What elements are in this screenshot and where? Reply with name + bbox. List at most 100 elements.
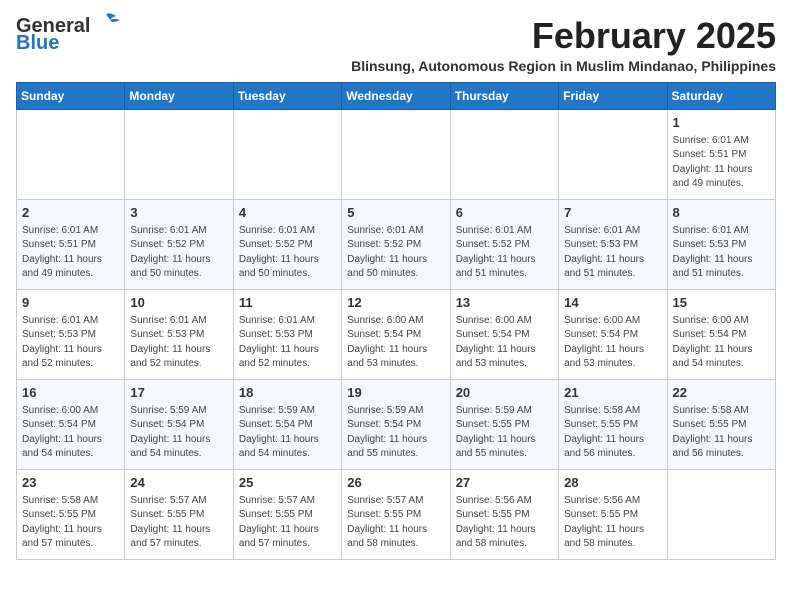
calendar-cell: 18 Sunrise: 5:59 AM Sunset: 5:54 PM Dayli…	[233, 379, 341, 469]
day-info: Sunrise: 5:57 AM Sunset: 5:55 PM Dayligh…	[347, 494, 444, 552]
day-info: Sunrise: 6:00 AM Sunset: 5:54 PM Dayligh…	[456, 314, 553, 372]
calendar-cell: 24 Sunrise: 5:57 AM Sunset: 5:55 PM Dayli…	[125, 469, 233, 559]
day-number: 26	[347, 474, 444, 492]
day-number: 14	[564, 294, 661, 312]
day-info: Sunrise: 6:01 AM Sunset: 5:53 PM Dayligh…	[130, 314, 227, 372]
day-info: Sunrise: 6:01 AM Sunset: 5:53 PM Dayligh…	[564, 224, 661, 282]
calendar-cell: 20 Sunrise: 5:59 AM Sunset: 5:55 PM Dayli…	[450, 379, 558, 469]
title-block: February 2025 Blinsung, Autonomous Regio…	[120, 16, 776, 74]
day-info: Sunrise: 6:01 AM Sunset: 5:52 PM Dayligh…	[456, 224, 553, 282]
calendar-cell: 12Sunrise: 6:00 AM Sunset: 5:54 PM Dayli…	[342, 289, 450, 379]
day-number: 17	[130, 384, 227, 402]
day-info: Sunrise: 5:56 AM Sunset: 5:55 PM Dayligh…	[456, 494, 553, 552]
day-info: Sunrise: 5:58 AM Sunset: 5:55 PM Dayligh…	[673, 404, 770, 462]
day-number: 27	[456, 474, 553, 492]
calendar-cell: 15 Sunrise: 6:00 AM Sunset: 5:54 PM Dayli…	[667, 289, 775, 379]
day-number: 25	[239, 474, 336, 492]
day-number: 4	[239, 204, 336, 222]
day-number: 21	[564, 384, 661, 402]
day-info: Sunrise: 5:56 AM Sunset: 5:55 PM Dayligh…	[564, 494, 661, 552]
calendar-week-row: 16Sunrise: 6:00 AM Sunset: 5:54 PM Dayli…	[17, 379, 776, 469]
calendar-cell: 28 Sunrise: 5:56 AM Sunset: 5:55 PM Dayli…	[559, 469, 667, 559]
day-info: Sunrise: 5:59 AM Sunset: 5:55 PM Dayligh…	[456, 404, 553, 462]
day-info: Sunrise: 5:58 AM Sunset: 5:55 PM Dayligh…	[22, 494, 119, 552]
calendar-week-row: 2 Sunrise: 6:01 AM Sunset: 5:51 PM Daylig…	[17, 199, 776, 289]
day-number: 18	[239, 384, 336, 402]
day-number: 11	[239, 294, 336, 312]
day-info: Sunrise: 5:58 AM Sunset: 5:55 PM Dayligh…	[564, 404, 661, 462]
day-number: 3	[130, 204, 227, 222]
day-number: 24	[130, 474, 227, 492]
calendar-cell: 5 Sunrise: 6:01 AM Sunset: 5:52 PM Daylig…	[342, 199, 450, 289]
calendar-cell: 27 Sunrise: 5:56 AM Sunset: 5:55 PM Dayli…	[450, 469, 558, 559]
calendar-cell: 16Sunrise: 6:00 AM Sunset: 5:54 PM Dayli…	[17, 379, 125, 469]
calendar-cell: 14 Sunrise: 6:00 AM Sunset: 5:54 PM Dayli…	[559, 289, 667, 379]
day-number: 23	[22, 474, 119, 492]
day-number: 9	[22, 294, 119, 312]
logo-blue: Blue	[16, 32, 59, 55]
day-info: Sunrise: 6:01 AM Sunset: 5:52 PM Dayligh…	[347, 224, 444, 282]
day-number: 5	[347, 204, 444, 222]
calendar-cell: 11 Sunrise: 6:01 AM Sunset: 5:53 PM Dayli…	[233, 289, 341, 379]
calendar-cell: 8 Sunrise: 6:01 AM Sunset: 5:53 PM Daylig…	[667, 199, 775, 289]
calendar-cell: 17 Sunrise: 5:59 AM Sunset: 5:54 PM Dayli…	[125, 379, 233, 469]
day-number: 7	[564, 204, 661, 222]
calendar-cell	[667, 469, 775, 559]
calendar-cell: 25 Sunrise: 5:57 AM Sunset: 5:55 PM Dayli…	[233, 469, 341, 559]
day-number: 15	[673, 294, 770, 312]
weekday-header-saturday: Saturday	[667, 82, 775, 109]
month-title: February 2025	[120, 16, 776, 56]
calendar-cell: 26 Sunrise: 5:57 AM Sunset: 5:55 PM Dayli…	[342, 469, 450, 559]
calendar-table: SundayMondayTuesdayWednesdayThursdayFrid…	[16, 82, 776, 560]
calendar-week-row: 23 Sunrise: 5:58 AM Sunset: 5:55 PM Dayli…	[17, 469, 776, 559]
calendar-cell	[233, 109, 341, 199]
day-number: 12	[347, 294, 444, 312]
calendar-cell	[559, 109, 667, 199]
calendar-cell: 19Sunrise: 5:59 AM Sunset: 5:54 PM Dayli…	[342, 379, 450, 469]
calendar-cell: 9 Sunrise: 6:01 AM Sunset: 5:53 PM Daylig…	[17, 289, 125, 379]
day-number: 28	[564, 474, 661, 492]
day-number: 22	[673, 384, 770, 402]
day-info: Sunrise: 6:00 AM Sunset: 5:54 PM Dayligh…	[673, 314, 770, 372]
weekday-header-monday: Monday	[125, 82, 233, 109]
day-info: Sunrise: 5:59 AM Sunset: 5:54 PM Dayligh…	[347, 404, 444, 462]
calendar-cell: 3 Sunrise: 6:01 AM Sunset: 5:52 PM Daylig…	[125, 199, 233, 289]
day-number: 13	[456, 294, 553, 312]
day-info: Sunrise: 5:59 AM Sunset: 5:54 PM Dayligh…	[130, 404, 227, 462]
day-info: Sunrise: 5:57 AM Sunset: 5:55 PM Dayligh…	[130, 494, 227, 552]
day-info: Sunrise: 6:01 AM Sunset: 5:52 PM Dayligh…	[239, 224, 336, 282]
day-info: Sunrise: 6:01 AM Sunset: 5:53 PM Dayligh…	[22, 314, 119, 372]
calendar-cell	[342, 109, 450, 199]
day-number: 1	[673, 114, 770, 132]
bird-icon	[92, 12, 120, 32]
day-number: 2	[22, 204, 119, 222]
weekday-header-tuesday: Tuesday	[233, 82, 341, 109]
weekday-header-friday: Friday	[559, 82, 667, 109]
calendar-cell: 13 Sunrise: 6:00 AM Sunset: 5:54 PM Dayli…	[450, 289, 558, 379]
calendar-cell: 2 Sunrise: 6:01 AM Sunset: 5:51 PM Daylig…	[17, 199, 125, 289]
day-info: Sunrise: 5:59 AM Sunset: 5:54 PM Dayligh…	[239, 404, 336, 462]
day-info: Sunrise: 6:00 AM Sunset: 5:54 PM Dayligh…	[564, 314, 661, 372]
calendar-cell: 4 Sunrise: 6:01 AM Sunset: 5:52 PM Daylig…	[233, 199, 341, 289]
calendar-cell: 6Sunrise: 6:01 AM Sunset: 5:52 PM Daylig…	[450, 199, 558, 289]
day-info: Sunrise: 5:57 AM Sunset: 5:55 PM Dayligh…	[239, 494, 336, 552]
weekday-header-sunday: Sunday	[17, 82, 125, 109]
day-info: Sunrise: 6:01 AM Sunset: 5:52 PM Dayligh…	[130, 224, 227, 282]
day-info: Sunrise: 6:01 AM Sunset: 5:51 PM Dayligh…	[673, 134, 770, 192]
day-info: Sunrise: 6:01 AM Sunset: 5:53 PM Dayligh…	[673, 224, 770, 282]
calendar-cell: 22 Sunrise: 5:58 AM Sunset: 5:55 PM Dayli…	[667, 379, 775, 469]
day-info: Sunrise: 6:00 AM Sunset: 5:54 PM Dayligh…	[22, 404, 119, 462]
day-number: 8	[673, 204, 770, 222]
calendar-week-row: 9 Sunrise: 6:01 AM Sunset: 5:53 PM Daylig…	[17, 289, 776, 379]
day-info: Sunrise: 6:01 AM Sunset: 5:53 PM Dayligh…	[239, 314, 336, 372]
calendar-cell: 10Sunrise: 6:01 AM Sunset: 5:53 PM Dayli…	[125, 289, 233, 379]
logo: General Blue	[16, 16, 120, 55]
calendar-cell: 7 Sunrise: 6:01 AM Sunset: 5:53 PM Daylig…	[559, 199, 667, 289]
page-header: General Blue February 2025 Blinsung, Aut…	[16, 16, 776, 74]
day-info: Sunrise: 6:01 AM Sunset: 5:51 PM Dayligh…	[22, 224, 119, 282]
calendar-header-row: SundayMondayTuesdayWednesdayThursdayFrid…	[17, 82, 776, 109]
location-subtitle: Blinsung, Autonomous Region in Muslim Mi…	[120, 58, 776, 74]
calendar-cell: 1 Sunrise: 6:01 AM Sunset: 5:51 PM Daylig…	[667, 109, 775, 199]
calendar-cell	[450, 109, 558, 199]
day-number: 20	[456, 384, 553, 402]
